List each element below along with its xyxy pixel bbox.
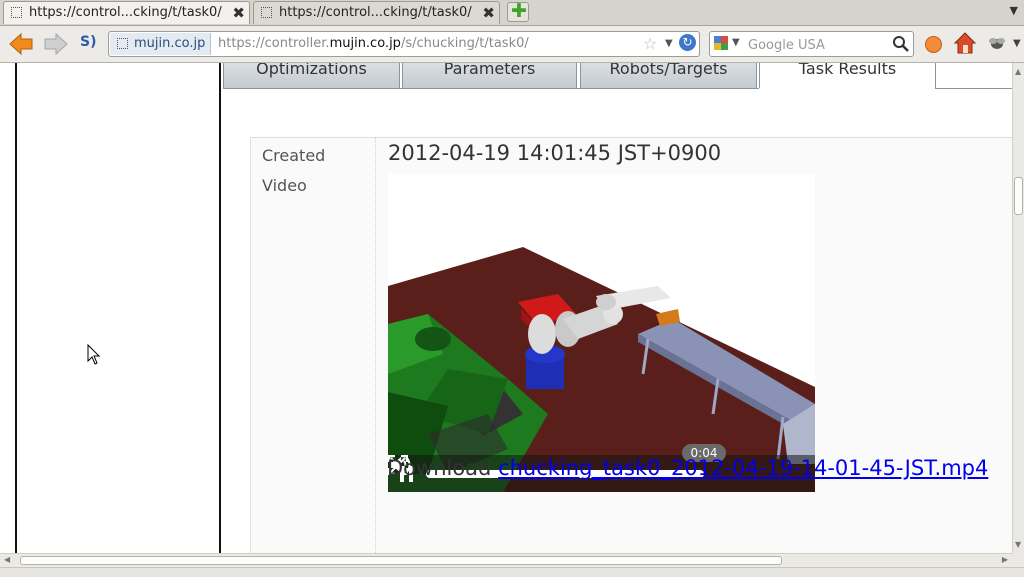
scroll-left-icon[interactable]: ◀ (4, 555, 10, 564)
scroll-down-icon[interactable]: ▼ (1015, 540, 1021, 549)
video-frame (388, 174, 815, 492)
download-link[interactable]: chucking_task0_2012-04-19-14-01-45-JST.m… (498, 456, 988, 480)
scroll-up-icon[interactable]: ▲ (1015, 67, 1021, 76)
video-label: Video (262, 176, 307, 195)
new-tab-icon: ✚ (511, 0, 527, 22)
tab-strip: https://control...cking/t/task0/ ✖ https… (0, 0, 1024, 26)
page-favicon-icon (261, 7, 272, 18)
download-line: Download chucking_task0_2012-04-19-14-01… (387, 456, 988, 480)
video-player[interactable]: 0:04 (388, 174, 815, 492)
tab-optimizations[interactable]: Optimizations (223, 63, 400, 89)
scroll-right-icon[interactable]: ▶ (1002, 555, 1008, 564)
search-bar: ▼ (709, 31, 914, 57)
tab-parameters[interactable]: Parameters (402, 63, 577, 89)
star-icon[interactable]: ☆ (643, 34, 657, 53)
horizontal-scroll-thumb[interactable] (20, 556, 782, 565)
reload-icon[interactable]: ↻ (679, 34, 696, 51)
horizontal-scrollbar[interactable]: ◀ ▶ (0, 553, 1012, 567)
sidebar-border (219, 63, 221, 553)
tab-robots-targets[interactable]: Robots/Targets (580, 63, 757, 89)
globe-icon (117, 38, 128, 49)
magnifier-icon[interactable] (892, 35, 910, 53)
bug-icon[interactable] (988, 36, 1006, 50)
forward-icon[interactable] (43, 32, 69, 56)
url-text[interactable]: https://controller.mujin.co.jp/s/chuckin… (218, 32, 529, 56)
close-tab-icon[interactable]: ✖ (482, 2, 495, 24)
browser-tab-title: https://control...cking/t/task0/ (29, 5, 222, 20)
site-identity-button[interactable]: mujin.co.jp (110, 33, 212, 55)
sidebar-border (15, 63, 17, 553)
browser-tab-title: https://control...cking/t/task0/ (279, 5, 472, 20)
close-tab-icon[interactable]: ✖ (232, 2, 245, 24)
s-icon[interactable]: S) (80, 34, 96, 50)
tab-task-results[interactable]: Task Results (759, 63, 936, 89)
vertical-scrollbar[interactable]: ▲ ▼ (1012, 63, 1024, 553)
vertical-scroll-thumb[interactable] (1014, 177, 1023, 215)
persona-icon[interactable] (925, 36, 942, 53)
column-separator (375, 137, 376, 557)
navigation-toolbar: S) mujin.co.jp https://controller.mujin.… (0, 26, 1024, 63)
search-engine-dropdown-icon[interactable]: ▼ (732, 37, 740, 48)
task-results-table: Created 2012-04-19 14:01:45 JST+0900 Vid… (250, 137, 1013, 560)
tab-list-dropdown-icon[interactable]: ▼ (1010, 4, 1018, 17)
download-label: Download (387, 456, 492, 480)
search-input[interactable] (746, 33, 900, 57)
page-favicon-icon (11, 7, 22, 18)
created-value: 2012-04-19 14:01:45 JST+0900 (388, 141, 722, 165)
created-row: Created 2012-04-19 14:01:45 JST+0900 (251, 137, 1013, 171)
url-bar[interactable]: mujin.co.jp https://controller.mujin.co.… (108, 31, 700, 57)
back-icon[interactable] (8, 32, 34, 56)
google-icon[interactable] (714, 36, 728, 50)
browser-tab-active[interactable]: https://control...cking/t/task0/ ✖ (3, 1, 250, 24)
url-history-dropdown-icon[interactable]: ▼ (665, 38, 673, 49)
created-label: Created (262, 146, 326, 165)
home-icon[interactable] (953, 31, 977, 55)
new-tab-button[interactable]: ✚ (507, 0, 529, 22)
identity-label: mujin.co.jp (134, 36, 206, 51)
toolbar-menu-icon[interactable]: ▼ (1013, 38, 1021, 49)
browser-tab[interactable]: https://control...cking/t/task0/ ✖ (253, 1, 500, 24)
mouse-cursor-icon (87, 344, 101, 365)
